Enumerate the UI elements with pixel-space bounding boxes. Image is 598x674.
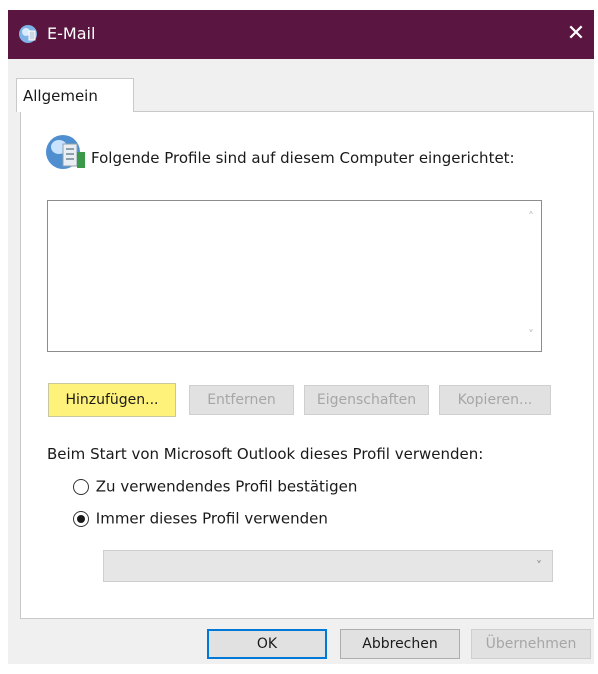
title-bar: E-Mail ✕ [8, 10, 594, 59]
startup-label: Beim Start von Microsoft Outlook dieses … [47, 445, 484, 463]
add-profile-button[interactable]: Hinzufügen... [48, 383, 176, 417]
close-icon: ✕ [566, 21, 586, 46]
mail-profile-icon [19, 25, 37, 43]
apply-button[interactable]: Übernehmen [471, 629, 591, 659]
profile-select[interactable]: ˅ [103, 550, 553, 582]
tab-allgemein[interactable]: Allgemein [16, 78, 134, 112]
chevron-down-icon: ˅ [536, 559, 542, 573]
radio-always-label: Immer dieses Profil verwenden [95, 509, 328, 528]
radio-confirm-label: Zu verwendendes Profil bestätigen [95, 477, 358, 496]
profiles-intro-label: Folgende Profile sind auf diesem Compute… [91, 149, 515, 167]
tab-panel: Folgende Profile sind auf diesem Compute… [20, 111, 594, 619]
copy-profile-button[interactable]: Kopieren... [439, 385, 551, 415]
remove-profile-button[interactable]: Entfernen [189, 385, 294, 415]
radio-always-profile[interactable]: Immer dieses Profil verwenden [73, 509, 328, 528]
email-dialog: E-Mail ✕ Allgemein Folgende Profile sind… [8, 10, 594, 664]
chevron-down-icon[interactable]: ˅ [525, 329, 537, 341]
ok-button[interactable]: OK [207, 629, 327, 659]
radio-button-confirm[interactable] [73, 478, 89, 495]
window-title: E-Mail [47, 24, 96, 43]
properties-button[interactable]: Eigenschaften [304, 385, 429, 415]
list-scrollbar[interactable]: ˄ ˅ [521, 201, 541, 351]
radio-confirm-profile[interactable]: Zu verwendendes Profil bestätigen [73, 477, 357, 496]
profiles-icon [46, 135, 85, 169]
profiles-list[interactable]: ˄ ˅ [47, 200, 542, 352]
radio-button-always[interactable] [73, 510, 89, 527]
close-button[interactable]: ✕ [564, 20, 588, 48]
cancel-button[interactable]: Abbrechen [340, 629, 460, 659]
chevron-up-icon[interactable]: ˄ [525, 211, 537, 223]
